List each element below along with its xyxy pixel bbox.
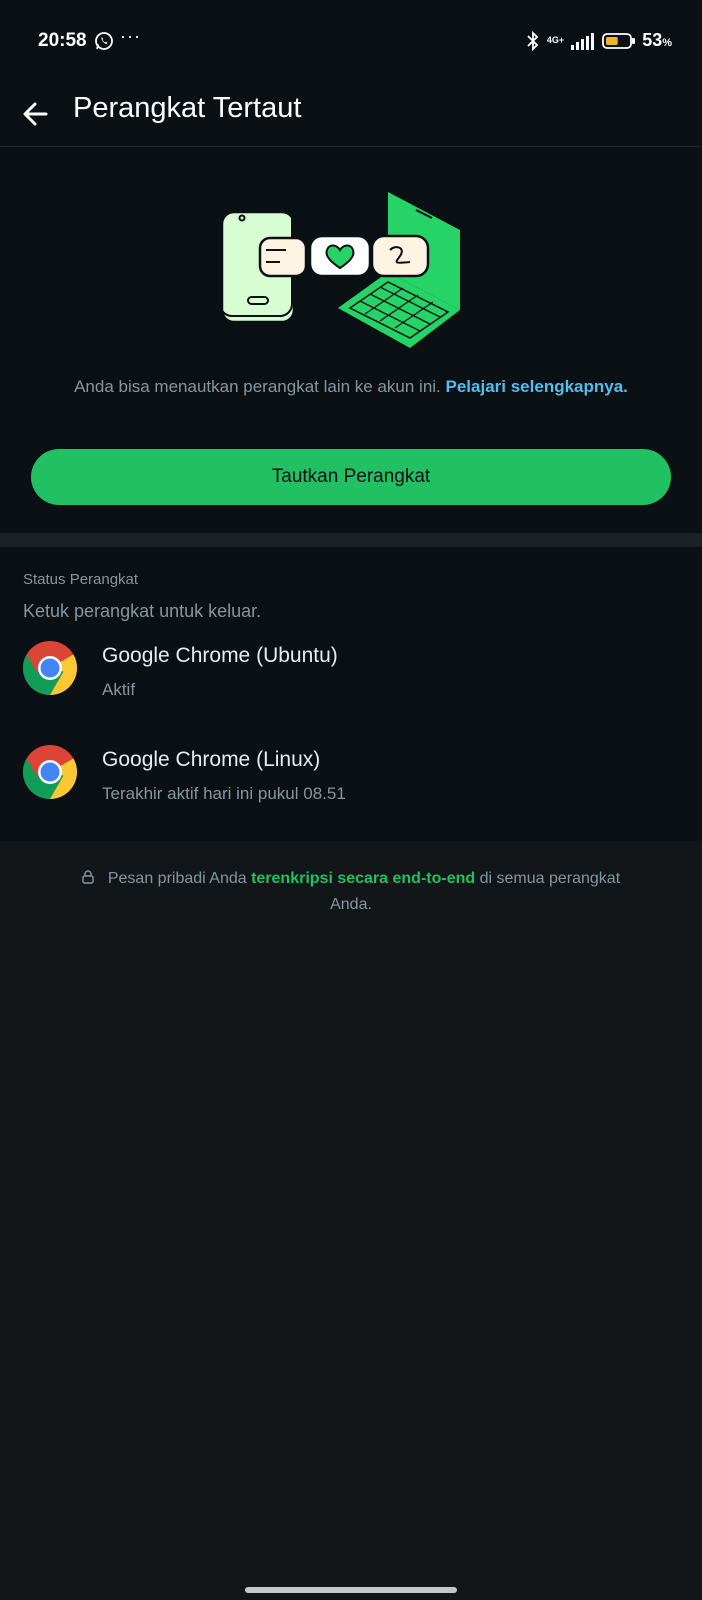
battery-percent: 53% xyxy=(642,30,672,50)
linked-devices-description: Anda bisa menautkan perangkat lain ke ak… xyxy=(74,377,628,396)
bluetooth-icon xyxy=(527,30,539,51)
home-indicator[interactable] xyxy=(245,1587,457,1593)
battery-icon xyxy=(602,32,636,49)
network-type: 4G+ xyxy=(546,35,565,45)
more-dots-icon: ··· xyxy=(120,26,141,46)
device-status: Aktif xyxy=(102,680,136,699)
device-item[interactable]: Google Chrome (Ubuntu) Aktif xyxy=(0,640,702,740)
chrome-icon xyxy=(22,641,78,695)
hero-section: Anda bisa menautkan perangkat lain ke ak… xyxy=(0,147,702,533)
learn-more-link[interactable]: Pelajari selengkapnya xyxy=(446,377,624,396)
whatsapp-icon xyxy=(95,32,113,50)
signal-icon xyxy=(571,32,595,50)
linked-devices-illustration xyxy=(220,192,460,348)
device-name: Google Chrome (Linux) xyxy=(102,748,321,771)
device-status-section: Status Perangkat Ketuk perangkat untuk k… xyxy=(0,547,702,841)
arrow-left-icon[interactable] xyxy=(18,94,58,134)
encryption-link[interactable]: terenkripsi secara end-to-end xyxy=(251,870,475,887)
status-bar: 20:58 ··· 4G+ 53% xyxy=(0,0,702,84)
device-name: Google Chrome (Ubuntu) xyxy=(102,644,338,667)
link-device-button[interactable]: Tautkan Perangkat xyxy=(31,449,671,505)
lock-icon xyxy=(82,870,94,884)
device-item[interactable]: Google Chrome (Linux) Terakhir aktif har… xyxy=(0,744,702,844)
status-right-group: 4G+ 53% xyxy=(525,30,672,51)
encryption-notice: Pesan pribadi Anda terenkripsi secara en… xyxy=(60,866,642,918)
app-bar: Perangkat Tertaut xyxy=(0,84,702,147)
chrome-icon xyxy=(22,745,78,799)
section-divider xyxy=(0,533,702,547)
section-title: Status Perangkat xyxy=(23,571,139,588)
status-time: 20:58 xyxy=(38,30,87,51)
device-status: Terakhir aktif hari ini pukul 08.51 xyxy=(102,784,346,803)
section-hint: Ketuk perangkat untuk keluar. xyxy=(23,601,262,621)
page-title: Perangkat Tertaut xyxy=(73,92,302,124)
